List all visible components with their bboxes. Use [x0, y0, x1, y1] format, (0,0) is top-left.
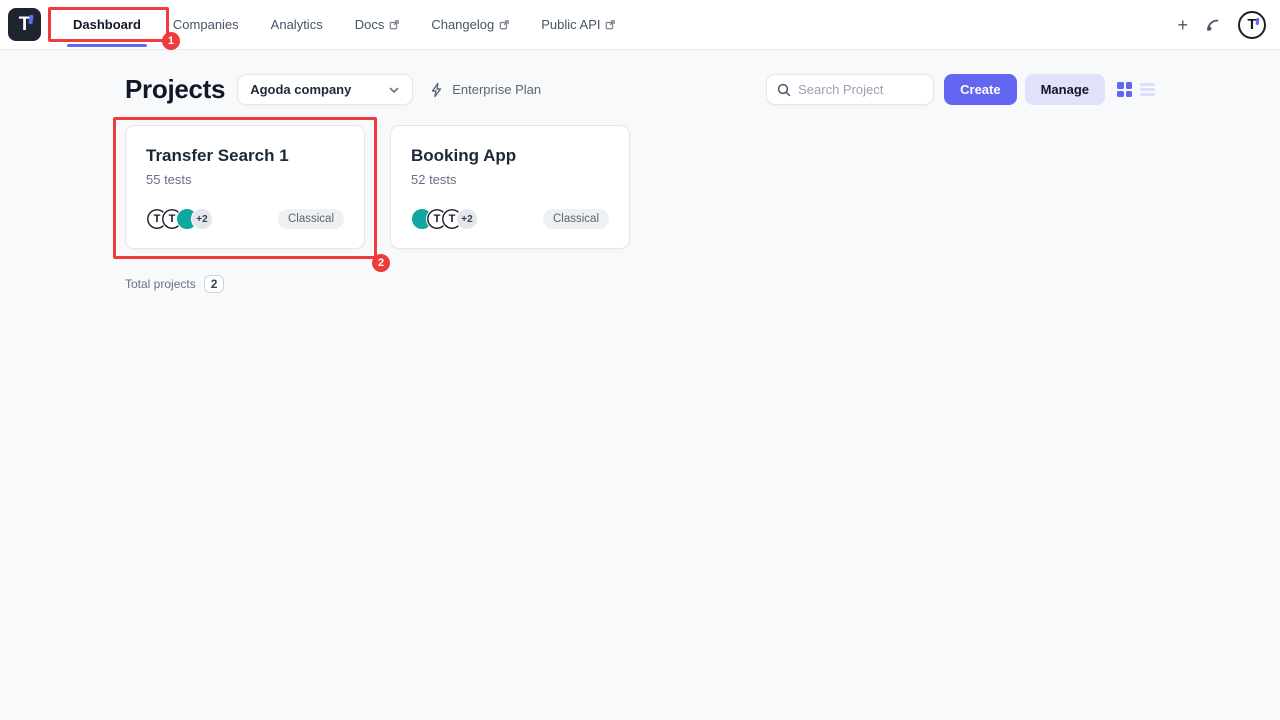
external-link-icon [605, 20, 615, 30]
nav-tab-public-api[interactable]: Public API [525, 0, 631, 49]
external-link-icon [389, 20, 399, 30]
project-card-wrap: Transfer Search 1 55 tests T T +2 Classi… [125, 125, 365, 249]
project-type-badge: Classical [543, 209, 609, 229]
search-input[interactable] [798, 82, 923, 97]
project-card-footer: T T +2 Classical [411, 208, 609, 230]
member-avatar-group: T T +2 [411, 208, 478, 230]
nav-tab-label: Docs [355, 17, 385, 32]
nav-tab-label: Analytics [271, 17, 323, 32]
nav-tab-label: Changelog [431, 17, 494, 32]
project-card-transfer-search-1[interactable]: Transfer Search 1 55 tests T T +2 Classi… [125, 125, 365, 249]
app-logo-accent [28, 15, 33, 24]
totals-row: Total projects 2 [0, 249, 1280, 293]
feed-icon[interactable] [1204, 16, 1222, 34]
main-nav: Dashboard 1 Companies Analytics Docs Cha… [57, 0, 631, 49]
page-header: Projects Agoda company Enterprise Plan C… [0, 50, 1280, 105]
manage-button[interactable]: Manage [1025, 74, 1105, 105]
topbar-right: + T [1177, 11, 1266, 39]
user-avatar-accent [1256, 17, 1260, 24]
total-projects-label: Total projects [125, 277, 196, 291]
create-button[interactable]: Create [944, 74, 1016, 105]
plan-indicator: Enterprise Plan [429, 82, 541, 98]
project-name: Booking App [411, 146, 609, 166]
view-toggles [1117, 82, 1155, 97]
total-projects-count: 2 [204, 275, 225, 293]
external-link-icon [499, 20, 509, 30]
project-type-badge: Classical [278, 209, 344, 229]
app-logo-icon[interactable]: T [8, 8, 41, 41]
project-name: Transfer Search 1 [146, 146, 344, 166]
company-select-value: Agoda company [250, 82, 351, 97]
projects-grid: Transfer Search 1 55 tests T T +2 Classi… [0, 105, 1280, 249]
grid-view-icon[interactable] [1117, 82, 1132, 97]
active-tab-underline [67, 44, 147, 47]
project-tests-count: 52 tests [411, 172, 609, 187]
company-select[interactable]: Agoda company [237, 74, 413, 105]
nav-tab-label: Dashboard [73, 17, 141, 32]
project-card-footer: T T +2 Classical [146, 208, 344, 230]
topbar: T Dashboard 1 Companies Analytics Docs C… [0, 0, 1280, 50]
user-avatar[interactable]: T [1238, 11, 1266, 39]
list-view-icon[interactable] [1140, 82, 1155, 97]
member-avatar-overflow: +2 [456, 208, 478, 230]
nav-tab-analytics[interactable]: Analytics [255, 0, 339, 49]
nav-tab-dashboard[interactable]: Dashboard 1 [57, 0, 157, 49]
chevron-down-icon [388, 84, 400, 96]
search-box [766, 74, 934, 105]
search-icon [777, 83, 791, 97]
add-icon[interactable]: + [1177, 16, 1188, 34]
nav-tab-docs[interactable]: Docs [339, 0, 416, 49]
lightning-icon [429, 82, 445, 98]
nav-tab-label: Public API [541, 17, 600, 32]
nav-tab-changelog[interactable]: Changelog [415, 0, 525, 49]
project-card-wrap: Booking App 52 tests T T +2 Classical [390, 125, 630, 249]
project-tests-count: 55 tests [146, 172, 344, 187]
plan-label: Enterprise Plan [452, 82, 541, 97]
nav-tab-companies[interactable]: Companies [157, 0, 255, 49]
page-title: Projects [125, 74, 225, 105]
member-avatar-overflow: +2 [191, 208, 213, 230]
nav-tab-label: Companies [173, 17, 239, 32]
member-avatar-group: T T +2 [146, 208, 213, 230]
project-card-booking-app[interactable]: Booking App 52 tests T T +2 Classical [390, 125, 630, 249]
